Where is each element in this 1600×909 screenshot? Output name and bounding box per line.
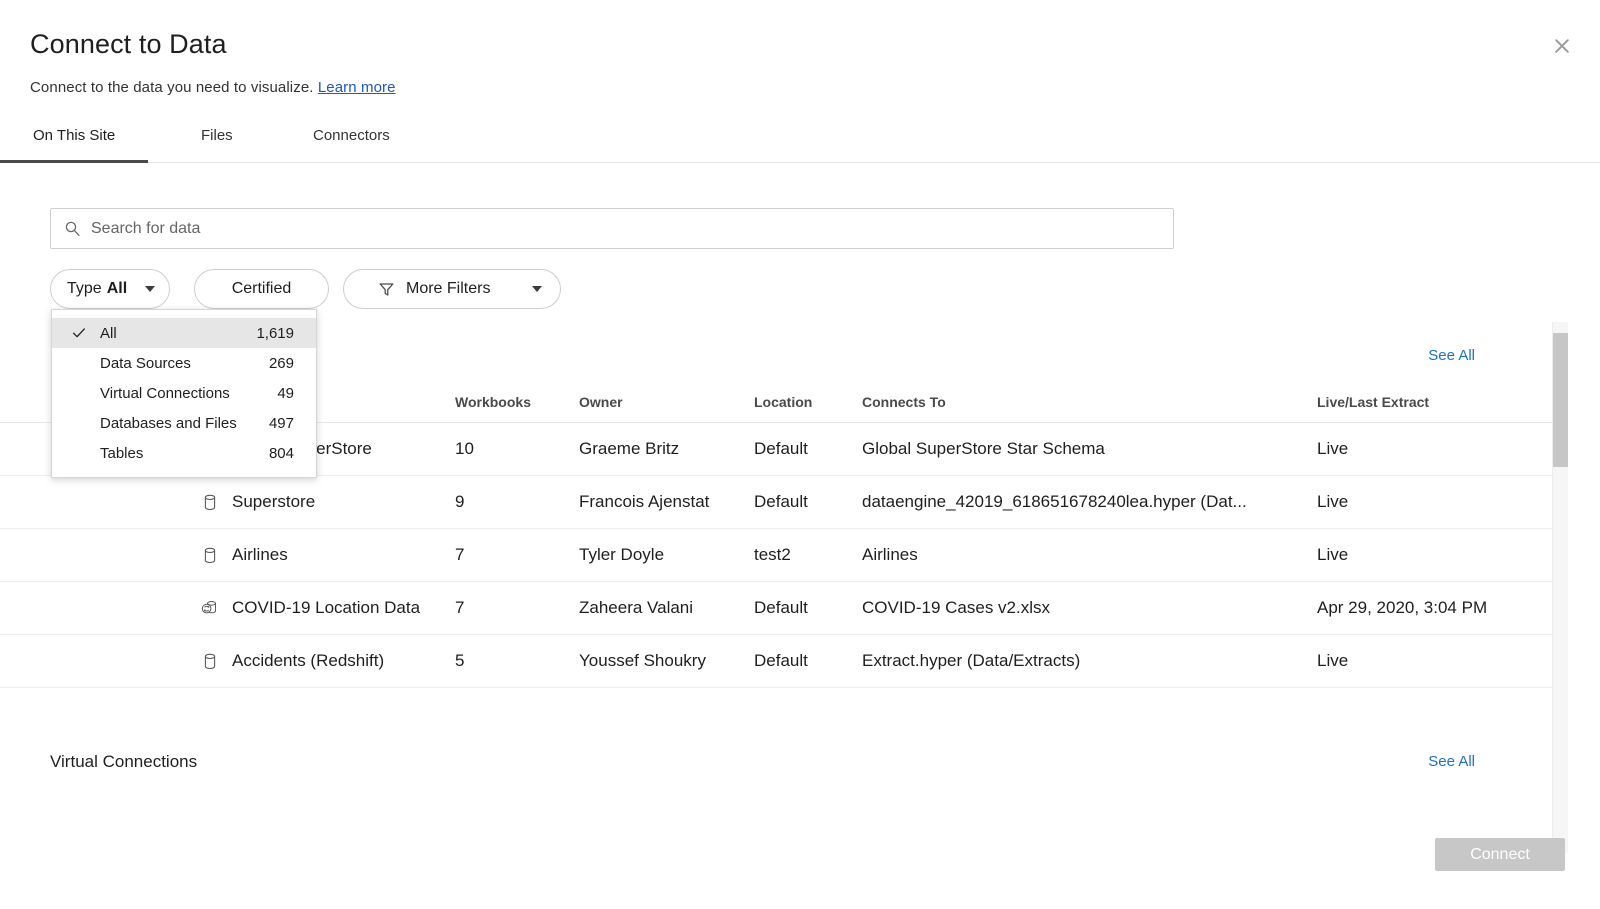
type-option-all[interactable]: All 1,619 [52, 318, 316, 348]
tab-files[interactable]: Files [201, 127, 233, 162]
type-option-count: 804 [268, 444, 294, 462]
virtual-connections-title: Virtual Connections [50, 752, 198, 771]
type-option-data-sources[interactable]: Data Sources 269 [52, 348, 316, 378]
cell-live-last-extract: Apr 29, 2020, 3:04 PM [1317, 581, 1552, 635]
cell-live-last-extract: Live [1317, 634, 1552, 688]
type-option-count: 497 [268, 414, 294, 432]
subtitle-text: Connect to the data you need to visualiz… [30, 79, 314, 96]
connect-to-data-dialog: Connect to Data Connect to the data you … [0, 0, 1600, 909]
type-option-virtual-connections[interactable]: Virtual Connections 49 [52, 378, 316, 408]
connect-button[interactable]: Connect [1435, 838, 1565, 871]
cell-connects-to: Airlines [862, 528, 1317, 582]
table-row[interactable]: Accidents (Redshift) 5 Youssef Shoukry Defa… [0, 634, 1552, 688]
type-filter-dropdown: All 1,619 Data Sources 269 Virtual Connectio… [51, 309, 317, 478]
type-option-count: 49 [277, 384, 294, 402]
cell-live-last-extract: Live [1317, 422, 1552, 476]
cell-connects-to: Global SuperStore Star Schema [862, 422, 1317, 476]
search-box[interactable] [50, 208, 1174, 249]
row-name-label: Accidents (Redshift) [232, 651, 385, 670]
type-option-databases-and-files[interactable]: Databases and Files 497 [52, 408, 316, 438]
table-row[interactable]: Superstore 9 Francois Ajenstat Default datae… [0, 475, 1552, 529]
more-filters-button[interactable]: More Filters [343, 269, 561, 309]
type-filter-label: Type [67, 280, 102, 297]
type-option-label: All [100, 324, 117, 342]
type-option-label: Tables [100, 444, 144, 462]
dialog-subtitle: Connect to the data you need to visualiz… [30, 79, 396, 96]
certified-filter-button[interactable]: Certified [194, 269, 329, 309]
tab-bar-divider [0, 162, 1600, 163]
search-input[interactable] [91, 209, 1173, 248]
cell-live-last-extract: Live [1317, 475, 1552, 529]
search-icon [64, 220, 81, 237]
col-header-live-last-extract[interactable]: Live/Last Extract [1317, 384, 1552, 423]
close-button[interactable] [1544, 28, 1580, 64]
dialog-footer: Connect [0, 838, 1600, 909]
page-title: Connect to Data [30, 29, 227, 59]
virtual-connections-section-header: Virtual Connections See All [0, 734, 1552, 794]
col-header-connects-to[interactable]: Connects To [862, 384, 1317, 423]
type-option-count: 269 [268, 354, 294, 372]
cell-location: Default [754, 634, 862, 688]
tab-on-this-site[interactable]: On This Site [0, 127, 149, 163]
more-filters-label: More Filters [406, 280, 491, 297]
cell-owner: Tyler Doyle [579, 528, 754, 582]
cell-name[interactable]: Airlines [0, 528, 455, 582]
col-header-workbooks[interactable]: Workbooks [455, 384, 579, 423]
cell-name[interactable]: COVID-19 Location Data [0, 581, 455, 635]
database-icon [201, 546, 219, 564]
cell-connects-to: dataengine_42019_618651678240lea.hyper (… [862, 475, 1317, 529]
type-option-count: 1,619 [256, 324, 294, 342]
table-row[interactable]: COVID-19 Location Data 7 Zaheera Valani Def… [0, 581, 1552, 635]
database-icon [201, 652, 219, 670]
row-name-label: COVID-19 Location Data [232, 598, 421, 617]
see-all-link-virtual-connections[interactable]: See All [1428, 753, 1475, 770]
type-option-label: Virtual Connections [100, 384, 230, 402]
cell-owner: Graeme Britz [579, 422, 754, 476]
table-row[interactable]: Airlines 7 Tyler Doyle test2 Airlines Live [0, 528, 1552, 582]
type-filter-button[interactable]: Type All [50, 269, 170, 309]
cell-location: Default [754, 581, 862, 635]
cell-name[interactable]: Superstore [0, 475, 455, 529]
close-icon [1553, 37, 1571, 55]
funnel-icon [378, 281, 395, 298]
cell-owner: Youssef Shoukry [579, 634, 754, 688]
see-all-link-data[interactable]: See All [1428, 347, 1475, 364]
database-icon [201, 493, 219, 511]
cell-workbooks: 7 [455, 528, 579, 582]
cell-location: Default [754, 475, 862, 529]
cell-workbooks: 5 [455, 634, 579, 688]
cell-workbooks: 9 [455, 475, 579, 529]
cell-connects-to: COVID-19 Cases v2.xlsx [862, 581, 1317, 635]
tab-bar: On This Site Files Connectors [0, 127, 1600, 163]
certified-filter-label: Certified [231, 280, 292, 297]
type-option-label: Data Sources [100, 354, 191, 372]
cell-connects-to: Extract.hyper (Data/Extracts) [862, 634, 1317, 688]
row-name-label: Superstore [232, 492, 316, 511]
cell-workbooks: 10 [455, 422, 579, 476]
cell-live-last-extract: Live [1317, 528, 1552, 582]
type-option-label: Databases and Files [100, 414, 237, 432]
type-option-tables[interactable]: Tables 804 [52, 438, 316, 468]
chevron-down-icon [532, 286, 542, 292]
check-icon [72, 326, 86, 340]
type-filter-value: All [106, 280, 128, 297]
col-header-owner[interactable]: Owner [579, 384, 754, 423]
extract-refresh-icon [201, 599, 219, 617]
col-header-location[interactable]: Location [754, 384, 862, 423]
cell-name[interactable]: Accidents (Redshift) [0, 634, 455, 688]
cell-owner: Zaheera Valani [579, 581, 754, 635]
cell-owner: Francois Ajenstat [579, 475, 754, 529]
chevron-down-icon [145, 286, 155, 292]
cell-workbooks: 7 [455, 581, 579, 635]
cell-location: Default [754, 422, 862, 476]
tab-connectors[interactable]: Connectors [313, 127, 390, 162]
learn-more-link[interactable]: Learn more [318, 79, 396, 96]
cell-location: test2 [754, 528, 862, 582]
results-scrollbar-thumb[interactable] [1553, 333, 1568, 467]
row-name-label: Airlines [232, 545, 288, 564]
